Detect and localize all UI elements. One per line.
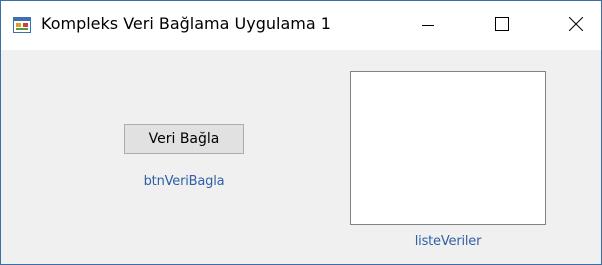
minimize-icon	[422, 16, 434, 35]
maximize-icon	[495, 16, 509, 35]
veri-bagla-button-label: Veri Bağla	[148, 131, 220, 147]
title-bar[interactable]: Kompleks Veri Bağlama Uygulama 1	[1, 1, 601, 50]
app-icon	[13, 17, 31, 33]
data-listbox[interactable]	[350, 71, 546, 225]
close-icon	[568, 16, 584, 35]
maximize-button[interactable]	[479, 1, 525, 50]
app-window: Kompleks Veri Bağlama Uygulama 1 Veri Ba…	[0, 0, 602, 265]
window-title: Kompleks Veri Bağlama Uygulama 1	[41, 14, 331, 33]
veri-bagla-button[interactable]: Veri Bağla	[124, 124, 244, 154]
close-button[interactable]	[553, 1, 599, 50]
listbox-name-caption: listeVeriler	[414, 234, 482, 249]
form-client-area: Veri Bağla btnVeriBagla listeVeriler	[1, 50, 601, 264]
minimize-button[interactable]	[405, 1, 451, 50]
button-name-caption: btnVeriBagla	[143, 174, 225, 189]
